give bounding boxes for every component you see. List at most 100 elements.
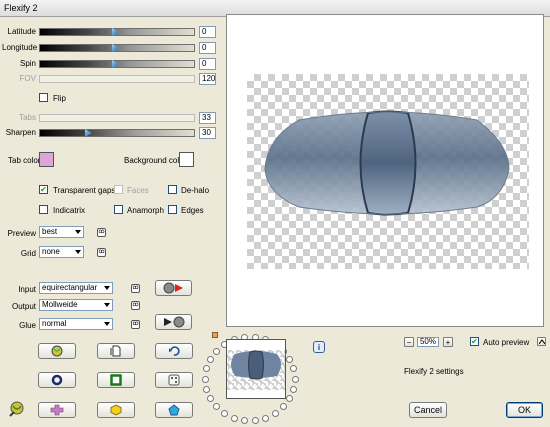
ring-dot[interactable]	[220, 410, 228, 418]
tabs-slider	[39, 114, 195, 122]
pentagon-icon	[168, 404, 180, 416]
ring-dot[interactable]	[262, 414, 270, 422]
zoom-level[interactable]: 50%	[417, 337, 439, 347]
pentagon-button[interactable]	[155, 402, 193, 418]
frame-icon	[110, 374, 122, 386]
ring-dot[interactable]	[212, 347, 220, 355]
auto-preview-checkbox[interactable]: ✔	[470, 337, 479, 346]
indicatrix-checkbox[interactable]	[39, 205, 48, 214]
auto-preview-label: Auto preview	[483, 338, 530, 347]
collapse-button[interactable]	[537, 337, 546, 346]
swap-icon	[163, 282, 183, 294]
flip-checkbox[interactable]	[39, 93, 48, 102]
ring-dot[interactable]	[241, 417, 249, 425]
spin-slider[interactable]	[39, 60, 195, 68]
tab-color-swatch[interactable]	[39, 152, 54, 167]
input-select-value: equirectangular	[42, 283, 98, 292]
input-select[interactable]: equirectangular	[39, 282, 113, 294]
latitude-slider[interactable]	[39, 28, 195, 36]
anamorph-checkbox[interactable]	[114, 205, 123, 214]
spin-thumb[interactable]	[112, 60, 119, 68]
ring-dot[interactable]	[290, 385, 298, 393]
swap-input-output-button[interactable]	[155, 280, 192, 296]
ok-button[interactable]: OK	[506, 402, 543, 418]
longitude-value[interactable]: 0	[199, 42, 216, 54]
input-link-button[interactable]: ꝏ	[131, 284, 140, 293]
spin-label: Spin	[19, 59, 36, 68]
ring-dot[interactable]	[206, 395, 214, 403]
glue-link-button[interactable]: ꝏ	[131, 320, 140, 329]
ring-dot[interactable]	[230, 414, 238, 422]
undo-button[interactable]	[155, 343, 193, 359]
transparent-gaps-label: Transparent gaps	[53, 186, 116, 195]
info-icon: i	[317, 342, 321, 352]
output-select[interactable]: Mollweide	[39, 299, 113, 311]
ring-dot[interactable]	[290, 365, 298, 373]
cross-icon	[50, 404, 64, 416]
undo-icon	[169, 346, 180, 356]
spin-value[interactable]: 0	[199, 58, 216, 70]
ring-dot[interactable]	[291, 375, 299, 383]
ring-dot[interactable]	[286, 355, 294, 363]
ring-dot[interactable]	[201, 375, 209, 383]
window-title: Flexify 2	[4, 3, 38, 13]
ring-dot[interactable]	[286, 395, 294, 403]
minus-icon: −	[406, 337, 412, 347]
edges-label: Edges	[181, 206, 204, 215]
longitude-slider[interactable]	[39, 44, 195, 52]
zoom-out-button[interactable]: −	[404, 337, 414, 347]
ring-dot[interactable]	[280, 403, 288, 411]
cancel-button[interactable]: Cancel	[409, 402, 447, 418]
flexify-dialog: Flexify 2 Latitude 0 Longitude 0 Spin 0 …	[0, 0, 550, 427]
preview-canvas[interactable]	[226, 14, 544, 327]
ring-dot[interactable]	[202, 385, 210, 393]
globe-logo-icon	[8, 401, 24, 417]
dice-button[interactable]	[155, 372, 193, 388]
longitude-thumb[interactable]	[112, 44, 119, 52]
grid-link-button[interactable]: ꝏ	[97, 248, 106, 257]
fov-label: FOV	[19, 74, 36, 83]
cube-button[interactable]	[97, 402, 135, 418]
fov-value: 120	[199, 73, 216, 85]
random-preset-button[interactable]	[38, 343, 76, 359]
indicatrix-label: Indicatrix	[53, 206, 86, 215]
zoom-in-button[interactable]: +	[443, 337, 453, 347]
preview-label: Preview	[7, 229, 36, 238]
grid-select[interactable]: none	[39, 246, 84, 258]
de-halo-label: De-halo	[181, 186, 210, 195]
ring-dot[interactable]	[251, 417, 259, 425]
preview-select-value: best	[42, 227, 58, 236]
chevron-up-icon	[538, 339, 545, 344]
flip-label: Flip	[53, 94, 66, 103]
anamorph-label: Anamorph	[127, 206, 164, 215]
thumbnail-preview[interactable]	[226, 339, 286, 399]
edges-checkbox[interactable]	[168, 205, 177, 214]
play-preview-button[interactable]	[155, 314, 192, 330]
de-halo-checkbox[interactable]	[168, 185, 177, 194]
sharpen-slider[interactable]	[39, 129, 195, 137]
latitude-thumb[interactable]	[112, 28, 119, 36]
sharpen-value[interactable]: 30	[199, 127, 216, 139]
background-color-label: Background color	[124, 156, 187, 165]
ring-button[interactable]	[38, 372, 76, 388]
copy-button[interactable]	[97, 343, 135, 359]
preview-link-button[interactable]: ꝏ	[97, 228, 106, 237]
transparent-gaps-checkbox[interactable]: ✔	[39, 185, 48, 194]
sharpen-thumb[interactable]	[85, 129, 92, 137]
ring-dot[interactable]	[212, 403, 220, 411]
ring-dot[interactable]	[272, 410, 280, 418]
ring-dot[interactable]	[202, 365, 210, 373]
ring-dot[interactable]	[206, 355, 214, 363]
play-icon	[163, 316, 184, 328]
info-button[interactable]: i	[313, 341, 325, 353]
background-color-swatch[interactable]	[179, 152, 194, 167]
output-link-button[interactable]: ꝏ	[131, 301, 140, 310]
cross-button[interactable]	[38, 402, 76, 418]
longitude-label: Longitude	[2, 43, 38, 52]
preview-select[interactable]: best	[39, 226, 84, 238]
faces-checkbox	[114, 185, 123, 194]
settings-status: Flexify 2 settings	[404, 367, 464, 376]
glue-select[interactable]: normal	[39, 318, 113, 330]
frame-button[interactable]	[97, 372, 135, 388]
latitude-value[interactable]: 0	[199, 26, 216, 38]
